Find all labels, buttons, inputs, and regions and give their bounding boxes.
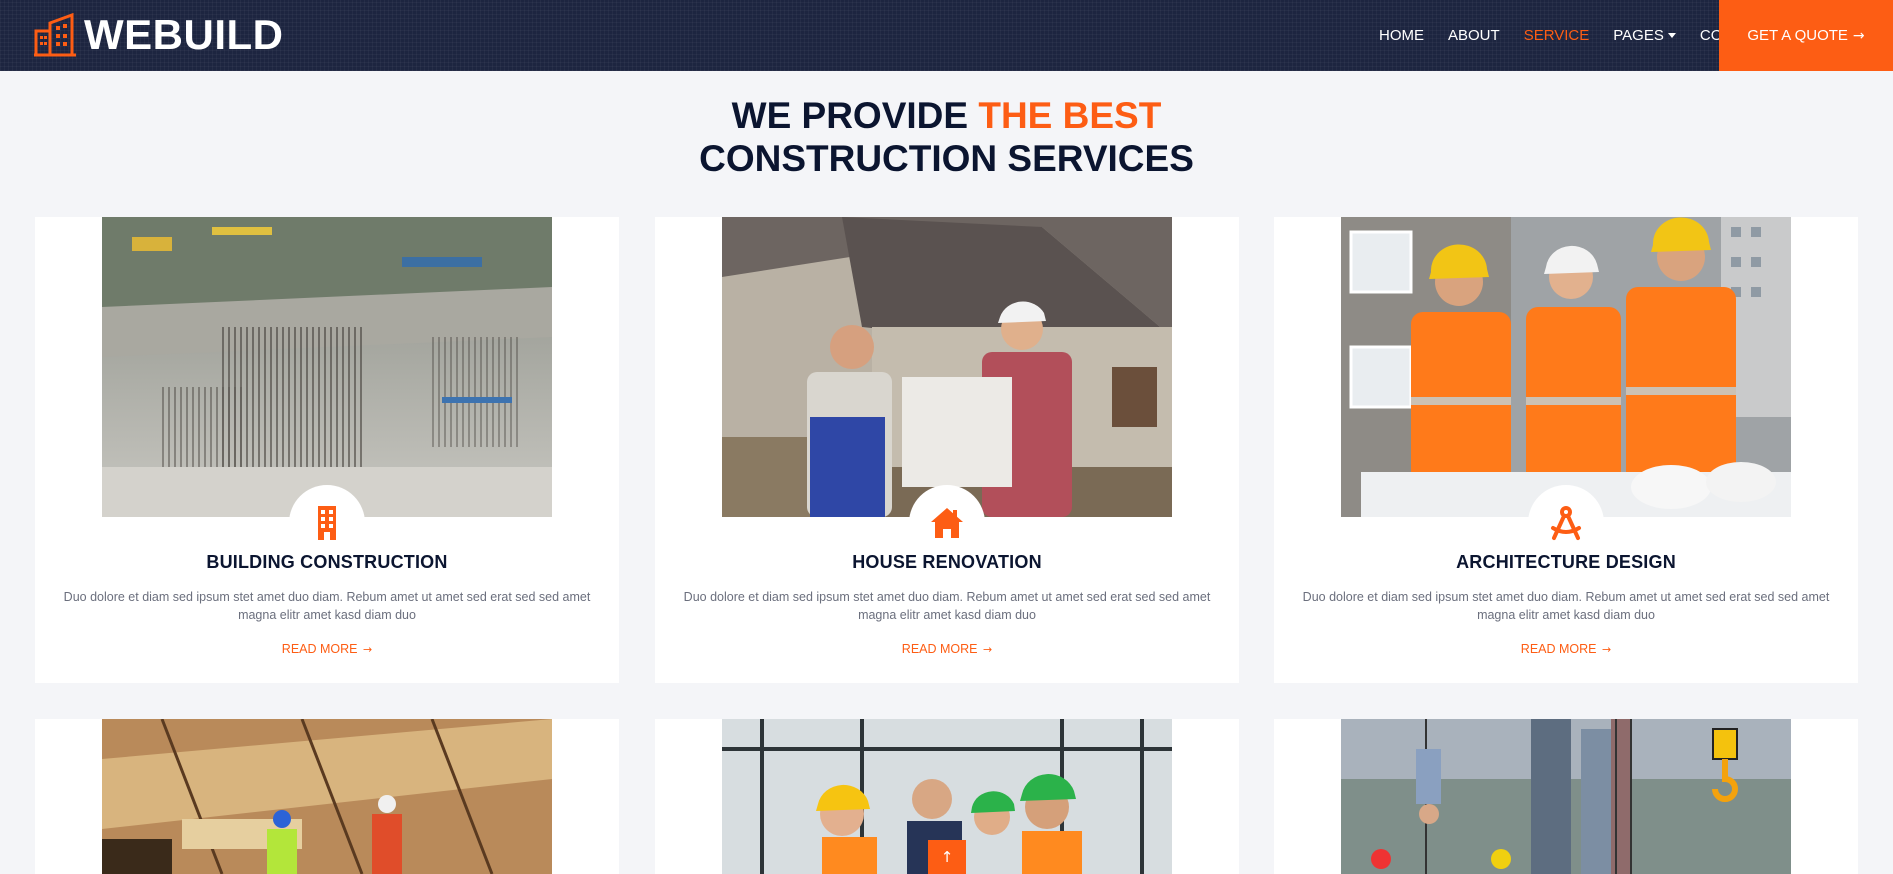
heading-line2: CONSTRUCTION SERVICES [699,138,1194,179]
read-more-link[interactable]: READ MORE → [1274,642,1858,656]
brand-name: WEBUILD [84,11,284,58]
read-more-label: READ MORE [901,642,978,656]
back-to-top-button[interactable]: ↑ [928,840,966,874]
icon-circle [1528,485,1604,561]
house-renovation-photo [722,217,1172,517]
read-more-label: READ MORE [281,642,358,656]
workers-site-photo [102,719,552,874]
building-logo-icon [34,13,76,57]
architects-team-photo [1341,217,1791,517]
service-title: ARCHITECTURE DESIGN [1456,552,1676,572]
arrow-right-icon: → [1601,643,1612,656]
icon-circle [289,485,365,561]
arrow-right-icon: → [982,643,993,656]
service-card-building-construction: BUILDING CONSTRUCTION Duo dolore et diam… [35,217,619,683]
building-icon [318,506,336,540]
nav-link-about[interactable]: ABOUT [1448,27,1500,44]
section-heading: WE PROVIDE THE BEST CONSTRUCTION SERVICE… [0,94,1893,180]
arrow-right-icon: → [362,643,373,656]
brand-logo[interactable]: WEBUILD [34,10,283,60]
caret-down-icon [1667,33,1676,38]
nav-link-home-label: HOME [1379,27,1424,44]
main-nav: HOME ABOUT SERVICE PAGES CONTACT [1355,0,1771,71]
service-card-4 [35,719,619,874]
house-icon [931,508,963,538]
service-card-6 [1274,719,1858,874]
get-a-quote-button[interactable]: GET A QUOTE → [1719,0,1893,71]
service-title: BUILDING CONSTRUCTION [206,552,448,572]
heading-accent: THE BEST [978,95,1162,136]
skyscraper-workers-photo [1341,719,1791,874]
nav-link-pages-label: PAGES [1613,27,1664,44]
service-description: Duo dolore et diam sed ipsum stet amet d… [1302,590,1830,622]
construction-site-photo [102,217,552,517]
nav-link-service[interactable]: SERVICE [1524,27,1590,44]
nav-link-pages-dropdown[interactable]: PAGES [1613,27,1676,44]
arrow-right-icon: → [1852,27,1865,44]
nav-link-about-label: ABOUT [1448,27,1500,44]
service-description: Duo dolore et diam sed ipsum stet amet d… [683,590,1211,622]
service-description: Duo dolore et diam sed ipsum stet amet d… [63,590,591,622]
read-more-link[interactable]: READ MORE → [35,642,619,656]
heading-part1: WE PROVIDE [731,95,969,136]
top-navbar: WEBUILD HOME ABOUT SERVICE PAGES CONTACT… [0,0,1893,71]
arrow-up-icon: ↑ [940,848,954,866]
get-a-quote-label: GET A QUOTE [1747,27,1848,44]
nav-link-home[interactable]: HOME [1379,27,1424,44]
read-more-label: READ MORE [1520,642,1597,656]
read-more-link[interactable]: READ MORE → [655,642,1239,656]
service-title: HOUSE RENOVATION [852,552,1042,572]
service-card-architecture-design: ARCHITECTURE DESIGN Duo dolore et diam s… [1274,217,1858,683]
service-card-house-renovation: HOUSE RENOVATION Duo dolore et diam sed … [655,217,1239,683]
icon-circle [909,485,985,561]
compass-icon [1551,506,1581,540]
nav-link-service-label: SERVICE [1523,27,1590,44]
